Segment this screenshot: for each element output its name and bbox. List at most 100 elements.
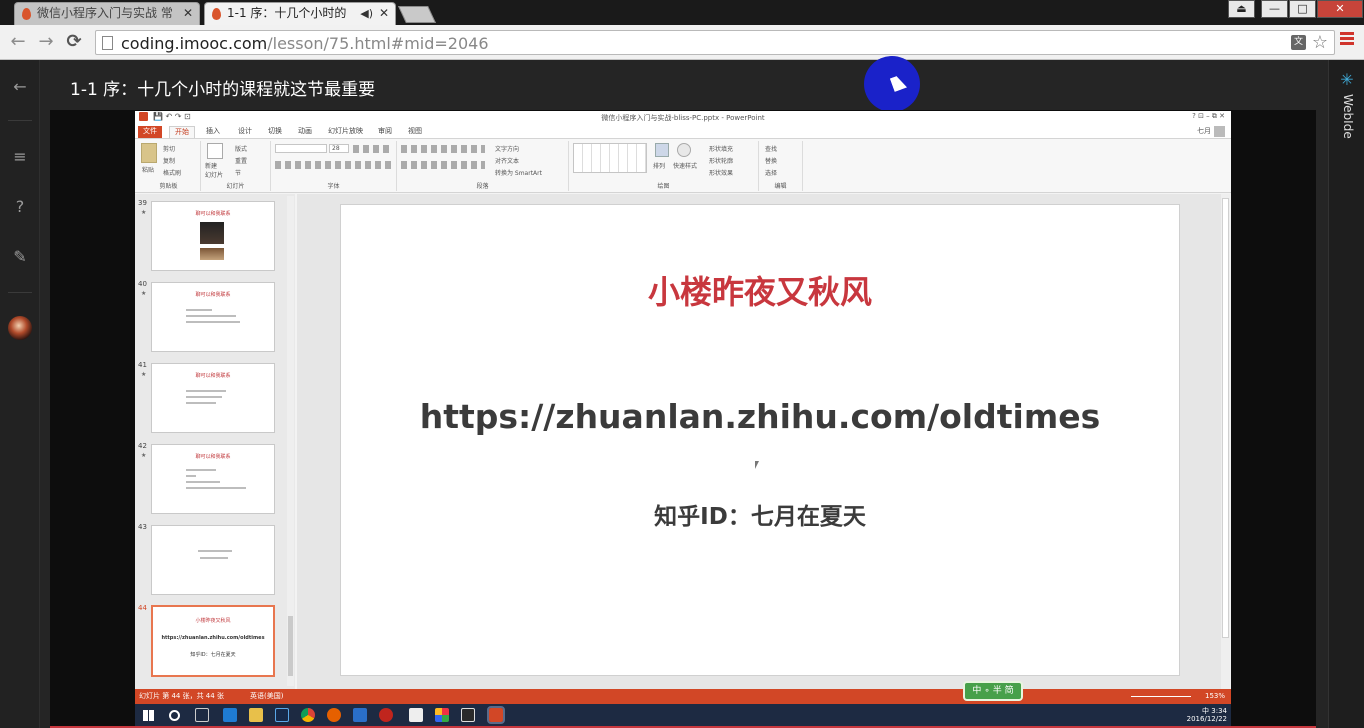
ribbon-tab-view[interactable]: 视图 — [403, 126, 427, 138]
windows-start-icon[interactable] — [143, 710, 154, 721]
forward-button[interactable]: → — [36, 31, 56, 53]
avatar[interactable] — [8, 316, 32, 340]
paste-icon[interactable] — [141, 143, 157, 163]
slide-thumbnail[interactable]: 聊可以和我联系 — [151, 363, 275, 433]
current-slide[interactable]: 小楼昨夜又秋风 https://zhuanlan.zhihu.com/oldti… — [340, 204, 1180, 676]
ribbon-tab-home[interactable]: 开始 — [169, 126, 195, 138]
minimize-button[interactable]: — — [1261, 0, 1288, 18]
hamburger-menu-icon[interactable] — [1340, 32, 1354, 46]
slide-thumbnail[interactable]: 聊可以和我联系 — [151, 201, 275, 271]
photoshop-icon[interactable] — [275, 708, 289, 722]
thumbnail-line — [200, 557, 228, 559]
ribbon-tab-design[interactable]: 设计 — [233, 126, 257, 138]
font-name-select[interactable] — [275, 144, 327, 153]
slide-url[interactable]: https://zhuanlan.zhihu.com/oldtimes — [341, 397, 1179, 436]
close-window-button[interactable]: ✕ — [1317, 0, 1363, 18]
arrange-button[interactable]: 排列 — [653, 161, 665, 170]
language-indicator[interactable]: 英语(美国) — [250, 689, 283, 704]
recorder-icon[interactable] — [379, 708, 393, 722]
slide-zhihu-id[interactable]: 知乎ID：七月在夏天 — [341, 497, 1179, 531]
tab-course[interactable]: 微信小程序入门与实战 常 ✕ — [14, 2, 200, 25]
slide-thumbnail[interactable]: 聊可以和我联系 — [151, 444, 275, 514]
font-size-buttons[interactable] — [353, 145, 393, 153]
align-buttons[interactable] — [401, 161, 485, 169]
question-icon[interactable]: ? — [11, 198, 29, 216]
font-size-select[interactable]: 28 — [329, 144, 349, 153]
speaker-icon[interactable]: ◀) — [360, 3, 373, 24]
cut-button[interactable]: 剪切 — [163, 144, 175, 153]
reset-button[interactable]: 重置 — [235, 156, 247, 165]
video-player[interactable]: 💾 ↶ ↷ ⊡ 微信小程序入门与实战-bliss-PC.pptx - Power… — [50, 110, 1316, 728]
slide-title[interactable]: 小楼昨夜又秋风 — [341, 267, 1179, 313]
firefox-icon[interactable] — [327, 708, 341, 722]
address-bar[interactable]: coding.imooc.com/lesson/75.html#mid=2046… — [95, 30, 1335, 55]
new-slide-icon[interactable] — [207, 143, 223, 159]
star-icon[interactable]: ☆ — [1312, 32, 1328, 53]
reload-button[interactable]: ⟳ — [64, 31, 84, 53]
webide-panel-toggle[interactable]: ✳ WebIde — [1328, 60, 1364, 728]
tab-lesson[interactable]: 1-1 序：十几个小时的 ◀) ✕ — [204, 2, 396, 25]
zoom-slider[interactable] — [1131, 696, 1191, 697]
shapes-gallery[interactable] — [573, 143, 647, 173]
slide-thumbnail[interactable]: 聊可以和我联系 — [151, 282, 275, 352]
pencil-icon[interactable]: ✎ — [11, 248, 29, 266]
copy-button[interactable]: 复制 — [163, 156, 175, 165]
editor-icon[interactable] — [409, 708, 423, 722]
user-name[interactable]: 七月 — [1197, 126, 1211, 136]
find-button[interactable]: 查找 — [765, 144, 777, 153]
paste-button[interactable]: 粘贴 — [142, 165, 154, 174]
list-buttons[interactable] — [401, 145, 485, 153]
search-circle-icon[interactable] — [169, 710, 180, 721]
ppt-window-controls[interactable]: ? ⊡ – ⧉ ✕ — [1192, 112, 1225, 121]
ribbon-tab-transitions[interactable]: 切换 — [263, 126, 287, 138]
arrange-icon[interactable] — [655, 143, 669, 157]
smartart-button[interactable]: 转换为 SmartArt — [495, 168, 542, 177]
new-tab-button[interactable] — [398, 6, 436, 23]
format-painter-button[interactable]: 格式刷 — [163, 168, 181, 177]
ribbon-tab-file[interactable]: 文件 — [138, 126, 162, 138]
ribbon-tab-insert[interactable]: 插入 — [201, 126, 225, 138]
shape-effects-button[interactable]: 形状效果 — [709, 168, 733, 177]
ribbon-tab-slideshow[interactable]: 幻灯片放映 — [323, 126, 368, 138]
apps-icon[interactable] — [435, 708, 449, 722]
align-text-button[interactable]: 对齐文本 — [495, 156, 519, 165]
layout-button[interactable]: 版式 — [235, 144, 247, 153]
maximize-button[interactable]: □ — [1289, 0, 1316, 18]
user-profile-button[interactable]: ⏏ — [1228, 0, 1255, 18]
close-tab-icon[interactable]: ✕ — [183, 3, 193, 24]
new-slide-button[interactable]: 新建 幻灯片 — [205, 161, 223, 179]
replace-button[interactable]: 替换 — [765, 156, 777, 165]
slide-scrollbar[interactable] — [1221, 194, 1230, 689]
edge-icon[interactable] — [223, 708, 237, 722]
user-avatar[interactable] — [1214, 126, 1225, 137]
zoom-level[interactable]: 153% — [1205, 689, 1225, 704]
text-direction-button[interactable]: 文字方向 — [495, 144, 519, 153]
quick-styles-button[interactable]: 快速样式 — [673, 161, 697, 170]
vscode-icon[interactable] — [353, 708, 367, 722]
close-tab-icon[interactable]: ✕ — [379, 3, 389, 24]
shape-fill-button[interactable]: 形状填充 — [709, 144, 733, 153]
back-button[interactable]: ← — [8, 31, 28, 53]
system-tray[interactable]: 中 3:34 2016/12/22 — [1187, 707, 1227, 723]
folder-icon[interactable] — [249, 708, 263, 722]
url-text[interactable]: coding.imooc.com/lesson/75.html#mid=2046 — [121, 34, 489, 53]
ime-toolbar[interactable]: 中 ∘ 半 简 — [963, 681, 1023, 701]
translate-icon[interactable]: 文 — [1291, 35, 1306, 50]
ribbon-tab-animations[interactable]: 动画 — [293, 126, 317, 138]
font-style-buttons[interactable] — [275, 161, 391, 169]
ribbon-tab-review[interactable]: 审阅 — [373, 126, 397, 138]
ime-indicator[interactable]: 中 — [1202, 707, 1209, 715]
slide-thumbnail[interactable] — [151, 525, 275, 595]
slide-thumbnail-selected[interactable]: 小楼昨夜又秋风 https://zhuanlan.zhihu.com/oldti… — [151, 605, 275, 677]
list-icon[interactable]: ≡ — [11, 148, 29, 166]
powerpoint-icon[interactable] — [487, 706, 505, 724]
quick-styles-icon[interactable] — [677, 143, 691, 157]
select-button[interactable]: 选择 — [765, 168, 777, 177]
task-view-icon[interactable] — [195, 708, 209, 722]
section-button[interactable]: 节 — [235, 168, 241, 177]
thumbnail-scrollbar[interactable] — [287, 196, 294, 686]
chrome-icon[interactable] — [301, 708, 315, 722]
shape-outline-button[interactable]: 形状轮廓 — [709, 156, 733, 165]
photos-icon[interactable] — [461, 708, 475, 722]
back-arrow-icon[interactable]: ← — [11, 78, 29, 96]
